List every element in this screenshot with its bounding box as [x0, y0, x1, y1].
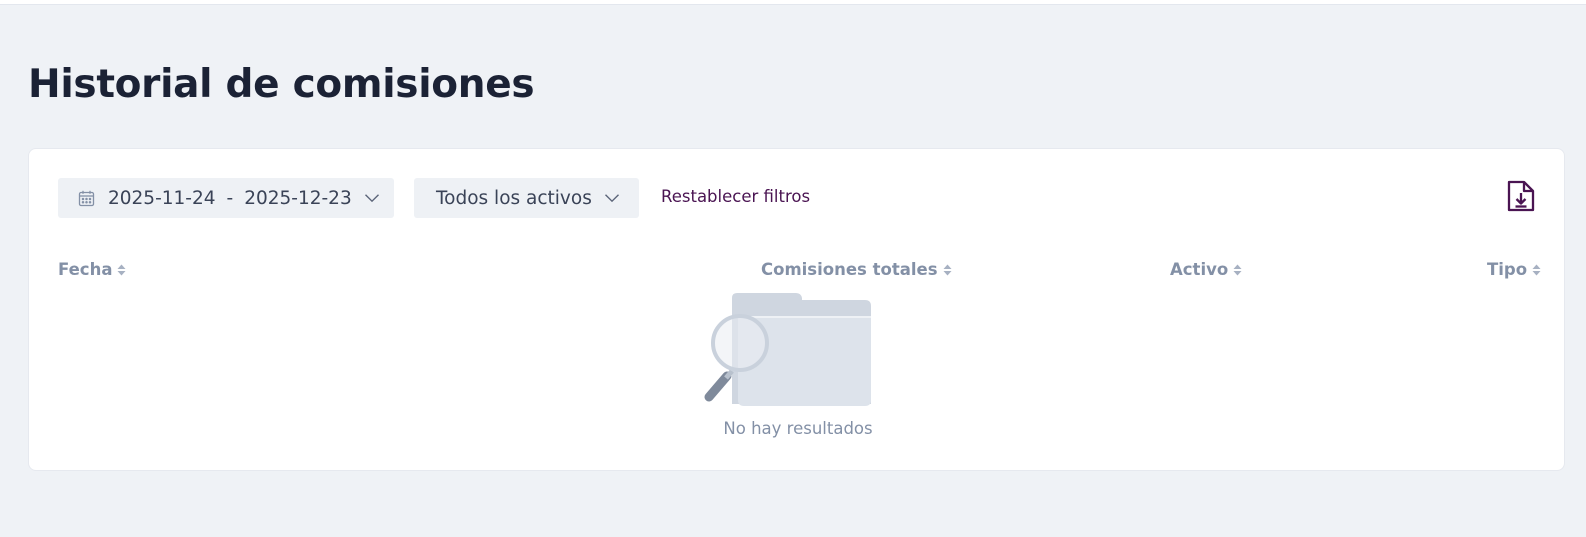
sort-icon: [1532, 263, 1541, 277]
asset-filter-dropdown[interactable]: Todos los activos: [414, 178, 639, 218]
date-range-picker[interactable]: 2025-11-24 - 2025-12-23: [58, 178, 394, 218]
date-end: 2025-12-23: [244, 187, 352, 209]
calendar-icon: [78, 190, 95, 207]
empty-state-illustration: [691, 292, 873, 407]
asset-filter-label: Todos los activos: [436, 187, 592, 209]
empty-state-message: No hay resultados: [723, 419, 873, 438]
date-separator: -: [226, 187, 234, 209]
column-header-activo[interactable]: Activo: [1170, 260, 1242, 279]
column-header-comisiones-totales[interactable]: Comisiones totales: [761, 260, 952, 279]
top-bar: [0, 0, 1586, 5]
chevron-down-icon: [364, 193, 380, 203]
sort-icon: [1233, 263, 1242, 277]
column-header-fecha[interactable]: Fecha: [58, 260, 126, 279]
chevron-down-icon: [604, 193, 620, 203]
sort-icon: [943, 263, 952, 277]
reset-filters-link[interactable]: Restablecer filtros: [661, 187, 810, 206]
column-header-tipo[interactable]: Tipo: [1487, 260, 1541, 279]
page-title: Historial de comisiones: [28, 62, 535, 107]
commissions-card: 2025-11-24 - 2025-12-23 Todos los activo…: [28, 148, 1565, 471]
date-start: 2025-11-24: [108, 187, 216, 209]
file-download-icon[interactable]: [1506, 179, 1536, 213]
sort-icon: [117, 263, 126, 277]
